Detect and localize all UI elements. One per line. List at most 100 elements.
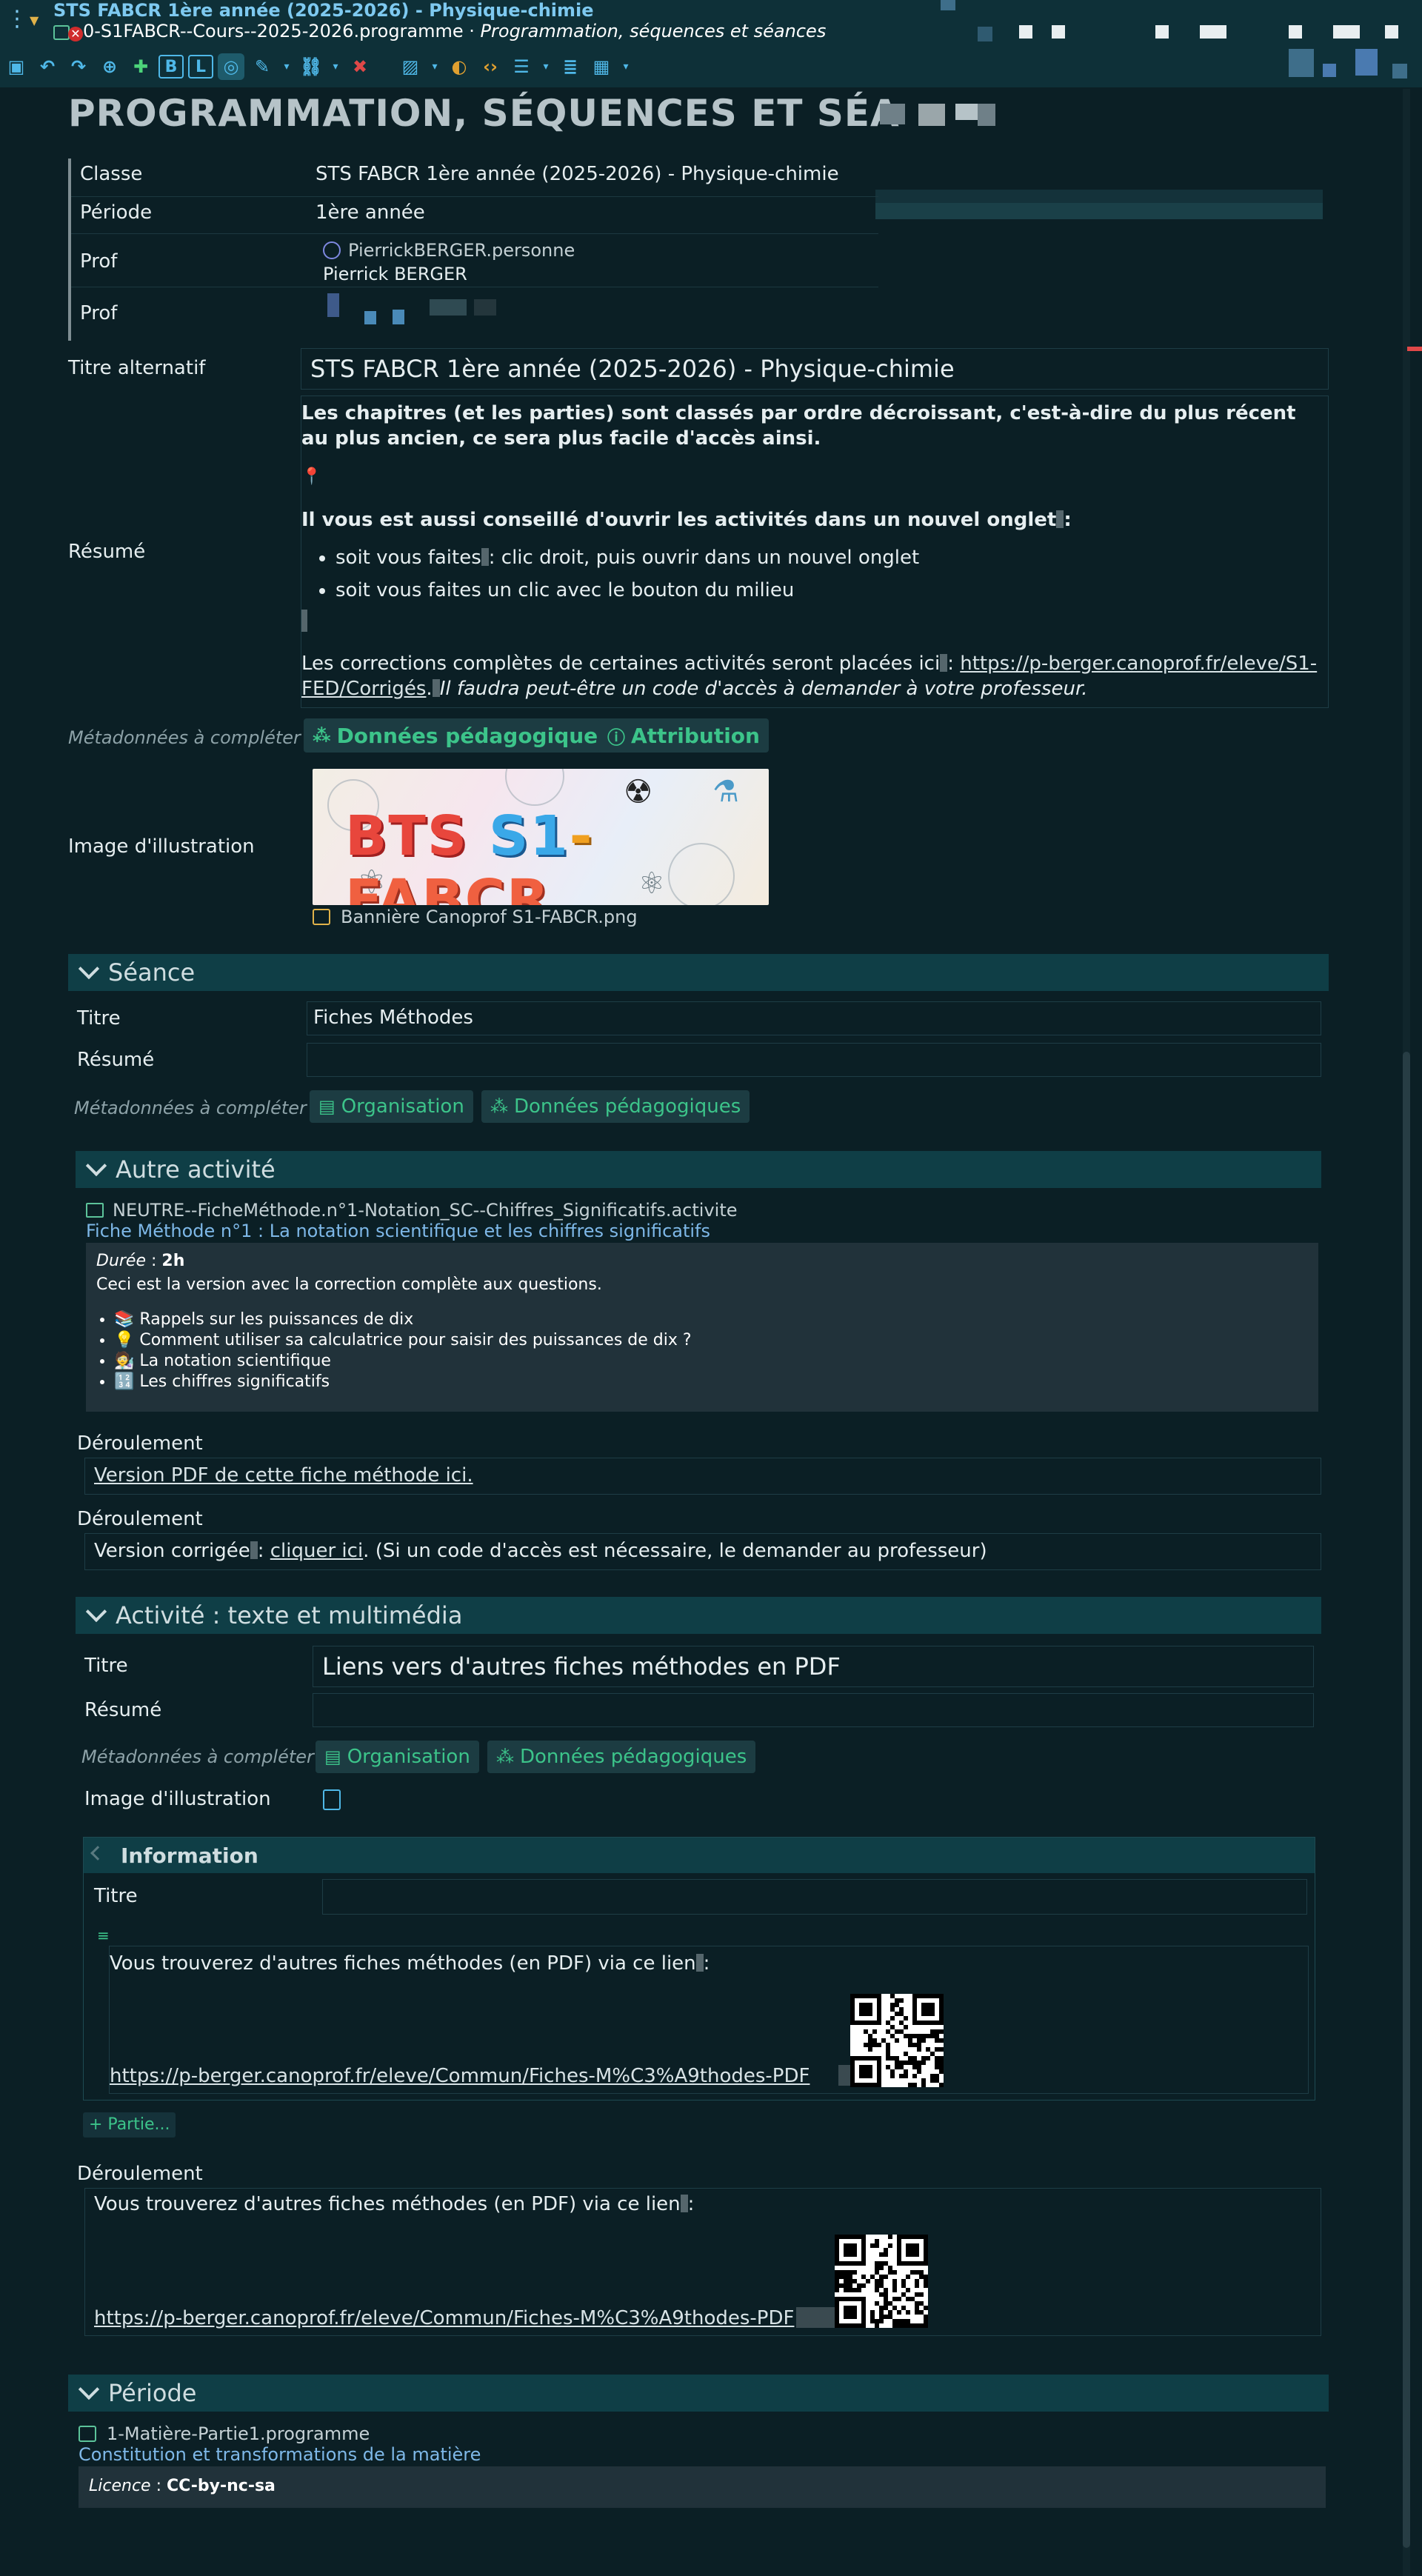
nbsp-marker: [250, 1541, 258, 1559]
fiches-methodes-link[interactable]: https://p-berger.canoprof.fr/eleve/Commu…: [110, 2065, 810, 2087]
scroll-marker: [1407, 347, 1422, 351]
information-header[interactable]: Information: [84, 1838, 1315, 1873]
code-icon[interactable]: ‹›: [477, 53, 504, 80]
qr-module: [897, 2310, 901, 2315]
periode-title-link[interactable]: Constitution et transformations de la ma…: [79, 2444, 481, 2465]
scrollbar-thumb[interactable]: [1403, 1052, 1410, 1363]
activity-file: NEUTRE--FicheMéthode.n°1-Notation_SC--Ch…: [86, 1200, 738, 1221]
qr-module: [939, 2038, 944, 2043]
section-activite-texte[interactable]: Activité : texte et multimédia: [76, 1597, 1321, 1634]
qr-module: [919, 2292, 924, 2297]
chevron-down-icon[interactable]: [84, 1603, 107, 1625]
metadata-label: Métadonnées à compléter: [68, 727, 301, 748]
scrollbar-thumb[interactable]: [1403, 1733, 1410, 2548]
calendar-icon: [79, 2426, 96, 2442]
attribution-button[interactable]: ⓘ Attribution: [598, 718, 769, 753]
chevron-down-icon[interactable]: [77, 960, 99, 982]
pedagogical-data-button[interactable]: ⁂ Données pédagogiques: [304, 718, 619, 753]
undo-icon[interactable]: ↶: [34, 53, 61, 80]
pedagogical-data-button[interactable]: ⁂ Données pédagogiques: [487, 1741, 756, 1773]
activite-metadata-label: Métadonnées à compléter: [81, 1746, 314, 1767]
nbsp-marker: [432, 679, 440, 697]
pdf-version-link[interactable]: Version PDF de cette fiche méthode ici.: [94, 1464, 473, 1486]
licence-panel: Licence : CC-by-nc-sa: [79, 2466, 1326, 2508]
information-panel: Information Titre ≡ Vous trouverez d'aut…: [83, 1837, 1315, 2100]
qr-module: [890, 2074, 895, 2078]
info-icon: ⓘ: [607, 727, 625, 748]
chevron-down-icon[interactable]: ▾: [619, 53, 632, 80]
qr-finder: [859, 2003, 872, 2016]
unlink-icon[interactable]: ✖: [347, 53, 373, 80]
qr-module: [857, 2288, 861, 2292]
link-box-icon[interactable]: L: [188, 55, 213, 79]
section-seance[interactable]: Séance: [68, 954, 1329, 991]
dropdown-triangle-icon[interactable]: ▼: [30, 13, 39, 27]
add-icon[interactable]: ✚: [127, 53, 154, 80]
file-path: 0-S1FABCR--Cours--2025-2026.programme · …: [83, 21, 827, 41]
corrected-version-link[interactable]: cliquer ici: [270, 1540, 363, 1562]
info-titre-input[interactable]: [322, 1879, 1307, 1915]
chevron-down-icon[interactable]: ▾: [428, 53, 441, 80]
nbsp-marker: [1056, 510, 1064, 528]
qr-module: [924, 2283, 928, 2288]
alt-title-input[interactable]: STS FABCR 1ère année (2025-2026) - Physi…: [301, 348, 1329, 390]
globe-icon[interactable]: ◎: [218, 53, 244, 80]
illustration-image[interactable]: ☢ ⚗ ⚛ ⚛ BTS S1-FABCR: [313, 769, 769, 905]
qr-finder: [921, 2003, 935, 2016]
activite-resume-input[interactable]: [313, 1693, 1314, 1727]
chevron-down-icon[interactable]: ▾: [539, 53, 553, 80]
resume-editor[interactable]: Les chapitres (et les parties) sont clas…: [301, 396, 1329, 708]
qr-module: [924, 2306, 928, 2310]
add-part-button[interactable]: + Partie...: [83, 2112, 176, 2138]
qr-module: [892, 2270, 897, 2275]
pedagogical-data-button[interactable]: ⁂ Données pédagogiques: [481, 1090, 750, 1123]
deroulement-editor[interactable]: Version PDF de cette fiche méthode ici.: [84, 1458, 1321, 1495]
list-icon[interactable]: ≣: [557, 53, 584, 80]
chevron-down-icon[interactable]: ▾: [280, 53, 293, 80]
link-icon[interactable]: ⛓: [298, 53, 324, 80]
scrollbar-thumb[interactable]: [1403, 1355, 1410, 1741]
kebab-menu-icon[interactable]: ⋮: [6, 3, 28, 36]
bold-icon[interactable]: B: [158, 55, 184, 79]
chevron-down-icon[interactable]: [77, 2380, 99, 2403]
list-item: soit vous faites un clic avec le bouton …: [336, 574, 919, 607]
chevron-down-icon[interactable]: ▾: [329, 53, 342, 80]
activite-titre-input[interactable]: Liens vers d'autres fiches méthodes en P…: [313, 1646, 1314, 1687]
prof-name-link[interactable]: Pierrick BERGER: [323, 264, 467, 284]
qr-code: [850, 1994, 944, 2087]
redo-icon[interactable]: ↷: [65, 53, 92, 80]
nbsp-marker: [680, 2195, 688, 2212]
pixel-band: [875, 190, 1323, 203]
pixel-block: [1385, 25, 1398, 39]
indent-icon[interactable]: ☰: [508, 53, 535, 80]
table-icon[interactable]: ▦: [588, 53, 615, 80]
target-icon[interactable]: ⊕: [96, 53, 123, 80]
activity-title-link[interactable]: Fiche Méthode n°1 : La notation scientif…: [86, 1221, 710, 1241]
highlighter-icon[interactable]: ✎: [249, 53, 276, 80]
deroulement-editor[interactable]: Version corrigée: cliquer ici. (Si un co…: [84, 1533, 1321, 1570]
file-subtitle: Programmation, séquences et séances: [480, 21, 827, 41]
pixel-block: [1289, 49, 1314, 77]
chevron-down-icon[interactable]: [84, 1157, 107, 1179]
prof-pixel-block: [474, 299, 496, 316]
organisation-button[interactable]: ▤ Organisation: [316, 1741, 479, 1773]
activite-resume-label: Résumé: [84, 1699, 162, 1721]
seance-resume-input[interactable]: [307, 1043, 1321, 1077]
collapse-icon[interactable]: [90, 1846, 105, 1861]
seance-titre-input[interactable]: Fiches Méthodes: [307, 1001, 1321, 1035]
programme-file-icon: [53, 25, 70, 40]
pixel-block: [978, 27, 992, 41]
list-item: 📚 Rappels sur les puissances de dix: [114, 1309, 692, 1330]
save-icon[interactable]: ▣: [3, 53, 30, 80]
add-image-icon[interactable]: [323, 1789, 341, 1810]
info-text-editor[interactable]: Vous trouverez d'autres fiches méthodes …: [109, 1946, 1309, 2094]
deroulement-editor[interactable]: Vous trouverez d'autres fiches méthodes …: [84, 2188, 1321, 2336]
image-icon[interactable]: ▨: [397, 53, 424, 80]
section-periode[interactable]: Période: [68, 2375, 1329, 2412]
section-autre-activite[interactable]: Autre activité: [76, 1151, 1321, 1188]
fiches-methodes-link[interactable]: https://p-berger.canoprof.fr/eleve/Commu…: [94, 2307, 794, 2329]
paragraph-icon[interactable]: ≡: [97, 1926, 110, 1944]
review-icon[interactable]: ◐: [446, 53, 473, 80]
organisation-button[interactable]: ▤ Organisation: [310, 1090, 473, 1123]
